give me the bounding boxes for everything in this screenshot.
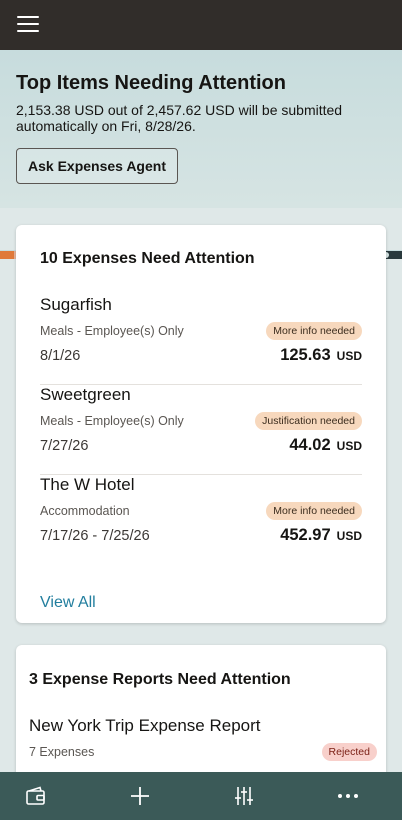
more-icon (338, 794, 358, 798)
submission-summary: 2,153.38 USD out of 2,457.62 USD will be… (16, 102, 343, 134)
expense-merchant: Sugarfish (40, 295, 112, 314)
status-badge: Justification needed (255, 412, 362, 430)
expense-item[interactable]: Sugarfish Meals - Employee(s) Only 8/1/2… (40, 295, 362, 385)
reports-card-title: 3 Expense Reports Need Attention (29, 671, 291, 688)
expenses-attention-card: 10 Expenses Need Attention Sugarfish Mea… (16, 225, 386, 623)
expense-category: Meals - Employee(s) Only (40, 324, 184, 338)
amount-currency: USD (336, 529, 362, 543)
amount-value: 452.97 (280, 526, 331, 544)
expense-amount: 125.63 USD (280, 346, 362, 365)
report-expense-count: 7 Expenses (29, 745, 95, 759)
view-all-link[interactable]: View All (40, 594, 96, 612)
hamburger-menu-icon[interactable] (17, 16, 39, 33)
amount-currency: USD (336, 349, 362, 363)
wallet-icon (26, 786, 45, 805)
expense-amount: 452.97 USD (280, 526, 362, 545)
expense-item[interactable]: The W Hotel Accommodation 7/17/26 - 7/25… (40, 475, 362, 565)
attention-hero: Top Items Needing Attention 2,153.38 USD… (0, 50, 402, 259)
amount-currency: USD (336, 439, 362, 453)
add-tab[interactable] (115, 772, 165, 820)
page-title: Top Items Needing Attention (16, 72, 286, 94)
amount-value: 44.02 (289, 436, 331, 454)
expense-date: 8/1/26 (40, 348, 81, 364)
expense-item[interactable]: Sweetgreen Meals - Employee(s) Only 7/27… (40, 385, 362, 475)
amount-value: 125.63 (280, 346, 331, 364)
expenses-card-title: 10 Expenses Need Attention (40, 250, 255, 267)
more-tab[interactable] (323, 772, 373, 820)
expense-merchant: Sweetgreen (40, 385, 131, 404)
app-header (0, 0, 402, 50)
expense-date: 7/17/26 - 7/25/26 (40, 528, 150, 544)
expense-date: 7/27/26 (40, 438, 89, 454)
ask-expenses-agent-button[interactable]: Ask Expenses Agent (16, 148, 178, 184)
rejected-badge: Rejected (321, 743, 377, 761)
expense-category: Meals - Employee(s) Only (40, 414, 184, 428)
wallet-tab[interactable] (11, 772, 61, 820)
bottom-navigation (0, 772, 402, 820)
expense-merchant: The W Hotel (40, 475, 135, 494)
status-badge: More info needed (266, 322, 362, 340)
status-badge: More info needed (266, 502, 362, 520)
sliders-icon (235, 787, 253, 805)
expense-amount: 44.02 USD (289, 436, 362, 455)
expense-category: Accommodation (40, 504, 130, 518)
report-name[interactable]: New York Trip Expense Report (29, 716, 261, 736)
filters-tab[interactable] (219, 772, 269, 820)
plus-icon (131, 787, 149, 805)
